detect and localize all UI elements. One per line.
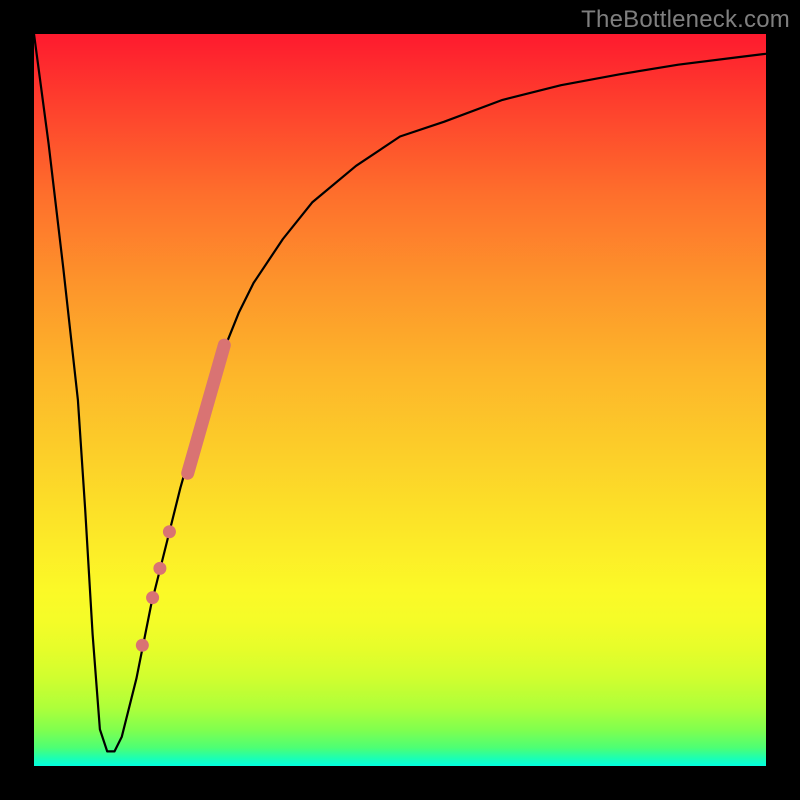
chart-frame: TheBottleneck.com (0, 0, 800, 800)
highlight-bar (188, 345, 225, 473)
highlight-dot (146, 591, 159, 604)
curve-layer (34, 34, 766, 766)
highlight-dot (163, 525, 176, 538)
watermark-text: TheBottleneck.com (581, 6, 790, 34)
highlight-dot (136, 639, 149, 652)
plot-area (34, 34, 766, 766)
highlight-dot (153, 562, 166, 575)
